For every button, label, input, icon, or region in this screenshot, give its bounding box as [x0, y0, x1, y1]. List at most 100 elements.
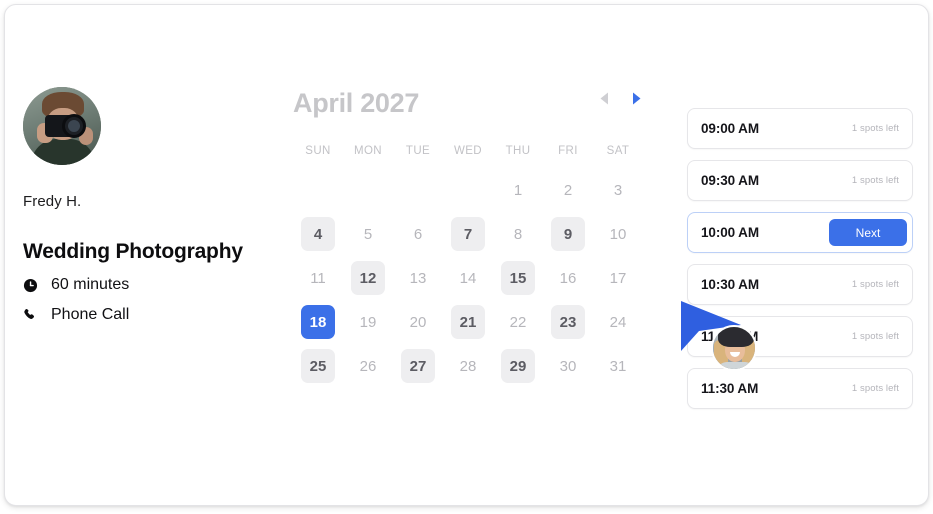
service-title: Wedding Photography — [23, 240, 243, 263]
day-cell-blank — [393, 173, 443, 207]
weekday-header-row: SUN MON TUE WED THU FRI SAT — [293, 145, 643, 157]
time-slot-list: 09:00 AM 1 spots left 09:30 AM 1 spots left… — [687, 108, 913, 420]
weekday-label-fri: FRI — [558, 145, 578, 157]
day-cell: 31 — [593, 349, 643, 383]
weekday-label-mon: MON — [353, 145, 383, 157]
clock-icon — [23, 276, 43, 294]
time-slot-label: 11:30 AM — [701, 381, 759, 396]
day-cell: 1 — [493, 173, 543, 207]
day-10: 10 — [609, 225, 627, 243]
day-cell: 30 — [543, 349, 593, 383]
day-cell: 10 — [593, 217, 643, 251]
day-cell: 26 — [343, 349, 393, 383]
spots-left-label: 1 spots left — [851, 123, 899, 134]
day-cell[interactable]: 4 — [293, 217, 343, 251]
time-slot[interactable]: 09:30 AM 1 spots left — [687, 160, 913, 201]
day-25[interactable]: 25 — [301, 349, 335, 383]
day-cell: 28 — [443, 349, 493, 383]
calendar-header: April 2027 — [293, 83, 643, 127]
day-cell: 17 — [593, 261, 643, 295]
day-cell-blank — [293, 173, 343, 207]
day-cell: 8 — [493, 217, 543, 251]
day-cell[interactable]: 21 — [443, 305, 493, 339]
duration-row: 60 minutes — [23, 276, 275, 294]
phone-icon — [23, 306, 43, 324]
day-17: 17 — [609, 269, 627, 287]
day-grid: 1 2 3 4 5 6 7 8 9 10 11 12 13 14 15 16 17 18 19 20 21 22 23 24 2… — [293, 173, 643, 383]
day-20: 20 — [409, 313, 427, 331]
weekday-label-sun: SUN — [305, 145, 331, 157]
day-cell[interactable]: 29 — [493, 349, 543, 383]
day-21[interactable]: 21 — [451, 305, 485, 339]
day-9[interactable]: 9 — [551, 217, 585, 251]
day-blank — [451, 173, 485, 207]
day-cell: 11 — [293, 261, 343, 295]
weekday-label-sat: SAT — [606, 145, 630, 157]
day-11: 11 — [310, 269, 326, 287]
spots-left-label: 1 spots left — [851, 383, 899, 394]
location-label: Phone Call — [51, 306, 130, 323]
camera-lens-inner — [68, 120, 80, 132]
day-cell[interactable]: 9 — [543, 217, 593, 251]
location-row: Phone Call — [23, 306, 275, 324]
day-29[interactable]: 29 — [501, 349, 535, 383]
profile-panel: Fredy H. Wedding Photography 60 minutes … — [23, 87, 275, 324]
day-cell: 2 — [543, 173, 593, 207]
day-cell[interactable]: 15 — [493, 261, 543, 295]
day-cell: 5 — [343, 217, 393, 251]
day-2: 2 — [563, 181, 573, 199]
day-cell: 14 — [443, 261, 493, 295]
day-30: 30 — [559, 357, 577, 375]
day-cell: 24 — [593, 305, 643, 339]
day-cell[interactable]: 18 — [293, 305, 343, 339]
time-slot[interactable]: 10:30 AM 1 spots left — [687, 264, 913, 305]
day-cell: 16 — [543, 261, 593, 295]
weekday-label-tue: TUE — [405, 145, 431, 157]
day-cell[interactable]: 12 — [343, 261, 393, 295]
day-14: 14 — [459, 269, 477, 287]
day-cell: 22 — [493, 305, 543, 339]
day-cell[interactable]: 25 — [293, 349, 343, 383]
day-23[interactable]: 23 — [551, 305, 585, 339]
day-16: 16 — [559, 269, 577, 287]
day-13: 13 — [409, 269, 427, 287]
spots-left-label: 1 spots left — [851, 331, 899, 342]
day-6: 6 — [413, 225, 423, 243]
avatar — [23, 87, 101, 165]
time-slot[interactable]: 10:00 AM Next — [687, 212, 913, 253]
time-slot-label: 09:30 AM — [701, 173, 759, 188]
spots-left-label: 1 spots left — [851, 279, 899, 290]
chevron-right-icon[interactable] — [629, 89, 643, 107]
day-cell[interactable]: 7 — [443, 217, 493, 251]
booking-card: Fredy H. Wedding Photography 60 minutes … — [4, 4, 929, 506]
day-5: 5 — [363, 225, 373, 243]
day-blank — [401, 173, 435, 207]
day-4[interactable]: 4 — [301, 217, 335, 251]
calendar-nav — [597, 89, 643, 107]
time-slot-label: 10:00 AM — [701, 225, 759, 240]
day-31: 31 — [609, 357, 627, 375]
day-cell-blank — [443, 173, 493, 207]
time-slot[interactable]: 09:00 AM 1 spots left — [687, 108, 913, 149]
day-18[interactable]: 18 — [301, 305, 335, 339]
day-24: 24 — [609, 313, 627, 331]
day-cell: 19 — [343, 305, 393, 339]
day-cell[interactable]: 27 — [393, 349, 443, 383]
weekday-label-thu: THU — [505, 145, 531, 157]
time-slot-label: 10:30 AM — [701, 277, 759, 292]
day-cell: 20 — [393, 305, 443, 339]
day-19: 19 — [359, 313, 377, 331]
calendar-title: April 2027 — [293, 88, 420, 118]
spots-left-label: 1 spots left — [851, 175, 899, 186]
day-7[interactable]: 7 — [451, 217, 485, 251]
time-slot[interactable]: 11:30 AM 1 spots left — [687, 368, 913, 409]
day-cell[interactable]: 23 — [543, 305, 593, 339]
day-27[interactable]: 27 — [401, 349, 435, 383]
chevron-left-icon[interactable] — [597, 89, 611, 107]
day-cell: 3 — [593, 173, 643, 207]
weekday-label-wed: WED — [453, 145, 483, 157]
day-12[interactable]: 12 — [351, 261, 385, 295]
next-button[interactable]: Next — [829, 219, 907, 246]
day-15[interactable]: 15 — [501, 261, 535, 295]
time-slot[interactable]: 11:00 AM 1 spots left — [687, 316, 913, 357]
